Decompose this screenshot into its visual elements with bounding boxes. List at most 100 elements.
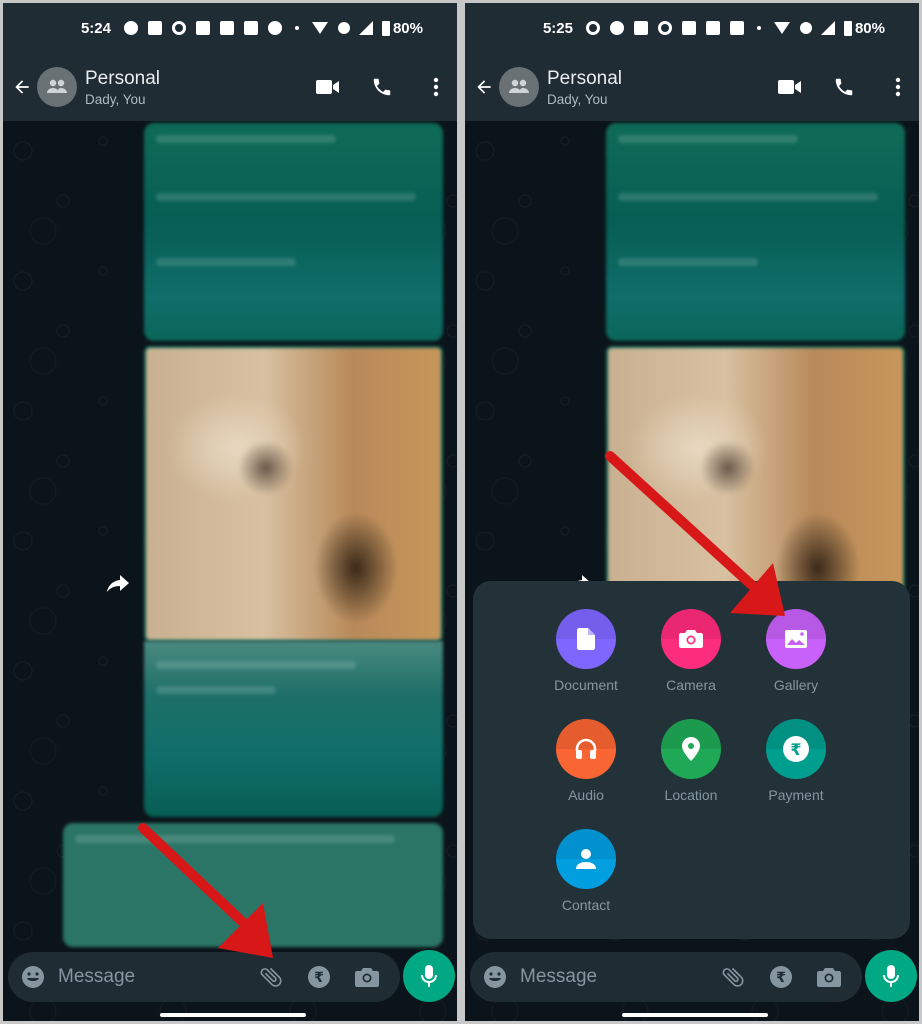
payment-option-button: ₹ bbox=[766, 719, 826, 779]
more-notifications-icon bbox=[294, 26, 299, 30]
twitter-icon bbox=[681, 21, 696, 35]
voice-call-button[interactable] bbox=[831, 74, 857, 100]
payment-button[interactable]: ₹ bbox=[768, 964, 794, 990]
group-icon bbox=[509, 79, 529, 93]
document-icon bbox=[577, 628, 595, 650]
notification-icon bbox=[585, 21, 600, 35]
attach-option-payment[interactable]: ₹ Payment bbox=[746, 719, 846, 803]
emoji-button[interactable] bbox=[20, 964, 46, 990]
voice-message-button[interactable] bbox=[865, 950, 917, 1002]
battery-icon bbox=[381, 20, 390, 36]
wifi-calling-icon bbox=[799, 22, 812, 34]
voice-call-button[interactable] bbox=[369, 74, 395, 100]
back-button[interactable] bbox=[471, 74, 497, 100]
group-icon bbox=[47, 79, 67, 93]
notification-icon bbox=[147, 21, 162, 35]
camera-button[interactable] bbox=[816, 964, 842, 990]
camera-icon bbox=[355, 968, 379, 987]
message-composer: ₹ bbox=[470, 952, 862, 1002]
attach-option-label: Audio bbox=[568, 787, 604, 803]
attach-option-label: Camera bbox=[666, 677, 716, 693]
video-call-button[interactable] bbox=[777, 74, 803, 100]
attach-option-label: Location bbox=[664, 787, 718, 803]
phone-icon bbox=[835, 78, 853, 96]
message-input[interactable] bbox=[520, 966, 710, 988]
camera-button[interactable] bbox=[354, 964, 380, 990]
attach-option-label: Contact bbox=[561, 897, 611, 913]
group-avatar[interactable] bbox=[37, 67, 77, 107]
chat-header: Personal Dady, You bbox=[3, 53, 457, 121]
forward-button[interactable] bbox=[106, 573, 130, 593]
more-vertical-icon bbox=[433, 77, 439, 97]
document-button bbox=[556, 609, 616, 669]
gallery-button bbox=[766, 609, 826, 669]
notification-icon bbox=[267, 21, 282, 35]
more-vertical-icon bbox=[895, 77, 901, 97]
attachment-menu: Document Camera Gallery Audio Location ₹… bbox=[473, 581, 910, 939]
forward-icon bbox=[107, 575, 129, 592]
microphone-icon bbox=[421, 965, 437, 987]
left-screenshot: 5:24 80% Personal Dady, You Message ₹ bbox=[3, 3, 457, 1021]
svg-text:₹: ₹ bbox=[314, 970, 324, 986]
emoji-icon bbox=[22, 966, 44, 988]
message-input[interactable] bbox=[58, 966, 248, 988]
image-caption bbox=[144, 641, 443, 817]
status-time: 5:25 bbox=[542, 19, 573, 37]
signal-icon bbox=[358, 21, 373, 35]
wifi-icon bbox=[773, 22, 790, 34]
contact-button bbox=[556, 829, 616, 889]
payment-button[interactable]: ₹ bbox=[306, 964, 332, 990]
attach-option-gallery[interactable]: Gallery bbox=[746, 609, 846, 693]
video-camera-icon bbox=[316, 80, 339, 94]
attach-button[interactable] bbox=[258, 964, 284, 990]
instagram-icon bbox=[171, 21, 186, 35]
battery-percent: 80% bbox=[392, 19, 423, 37]
back-arrow-icon bbox=[477, 80, 491, 94]
image-message[interactable] bbox=[144, 346, 443, 642]
rupee-icon: ₹ bbox=[308, 966, 330, 988]
wifi-icon bbox=[311, 22, 328, 34]
svg-text:₹: ₹ bbox=[790, 740, 801, 759]
camera-icon bbox=[679, 630, 703, 648]
battery-percent: 80% bbox=[854, 19, 885, 37]
rupee-icon: ₹ bbox=[783, 736, 809, 762]
wifi-calling-icon bbox=[337, 22, 350, 34]
back-arrow-icon bbox=[15, 80, 29, 94]
voice-message-button[interactable] bbox=[403, 950, 455, 1002]
message-bubble[interactable] bbox=[144, 123, 443, 341]
right-screenshot: 5:25 80% Personal Dady, You Document Cam… bbox=[465, 3, 919, 1021]
attach-option-label: Payment bbox=[768, 787, 824, 803]
chat-title: Personal bbox=[547, 67, 622, 89]
twitter-icon bbox=[195, 21, 210, 35]
notification-icon bbox=[123, 21, 138, 35]
status-bar: 5:25 80% bbox=[465, 3, 919, 53]
attach-option-contact[interactable]: Contact bbox=[536, 829, 636, 913]
notification-icon bbox=[243, 21, 258, 35]
message-bubble[interactable] bbox=[606, 123, 905, 341]
attach-option-location[interactable]: Location bbox=[641, 719, 741, 803]
home-indicator bbox=[160, 1013, 306, 1017]
signal-icon bbox=[820, 21, 835, 35]
emoji-button[interactable] bbox=[482, 964, 508, 990]
back-button[interactable] bbox=[9, 74, 35, 100]
video-call-button[interactable] bbox=[315, 74, 341, 100]
more-options-button[interactable] bbox=[423, 74, 449, 100]
chat-title-block[interactable]: Personal Dady, You bbox=[85, 68, 160, 107]
status-time: 5:24 bbox=[80, 19, 111, 37]
group-avatar[interactable] bbox=[499, 67, 539, 107]
camera-icon bbox=[817, 968, 841, 987]
chat-title-block[interactable]: Personal Dady, You bbox=[547, 68, 622, 107]
notification-icon bbox=[633, 21, 648, 35]
contact-icon bbox=[576, 849, 596, 869]
notification-icon bbox=[729, 21, 744, 35]
attach-option-label: Document bbox=[554, 677, 618, 693]
chat-participants: Dady, You bbox=[85, 91, 146, 107]
more-options-button[interactable] bbox=[885, 74, 911, 100]
attach-option-audio[interactable]: Audio bbox=[536, 719, 636, 803]
instagram-icon bbox=[657, 21, 672, 35]
headphones-icon bbox=[575, 738, 597, 759]
attach-option-camera[interactable]: Camera bbox=[641, 609, 741, 693]
message-bubble[interactable] bbox=[63, 823, 443, 947]
attach-option-document[interactable]: Document bbox=[536, 609, 636, 693]
attach-button[interactable] bbox=[720, 964, 746, 990]
